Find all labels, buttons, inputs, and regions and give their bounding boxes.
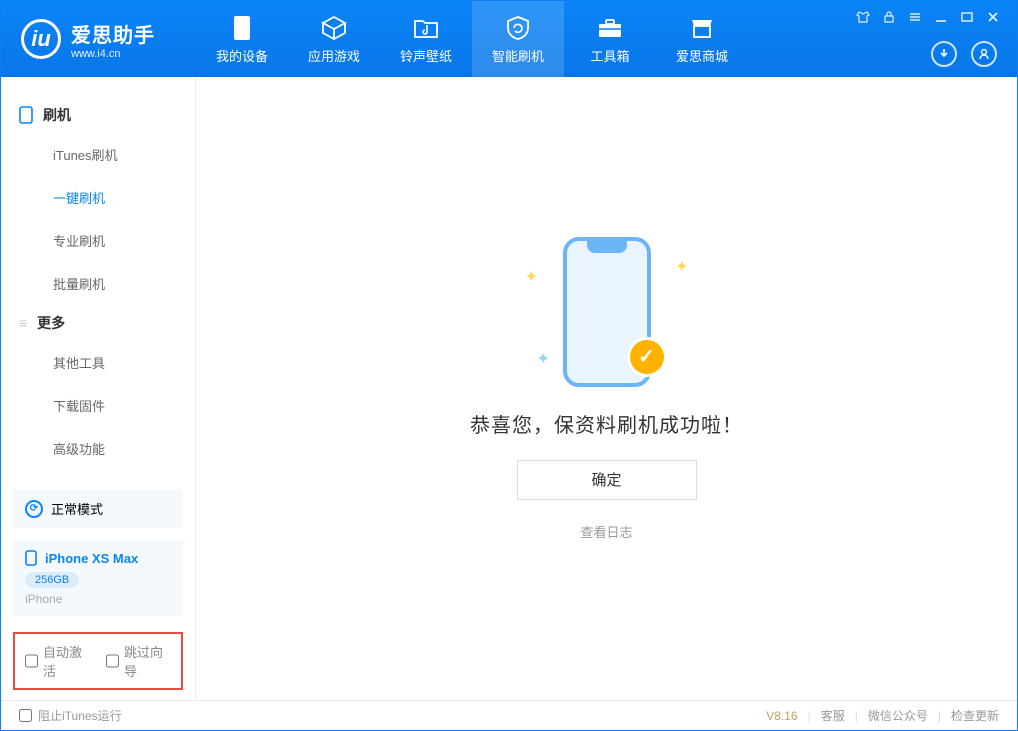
success-message: 恭喜您，保资料刷机成功啦！ (470, 409, 743, 438)
nav-tab-ringtones[interactable]: 铃声壁纸 (380, 1, 472, 77)
sparkle-icon: ✦ (537, 349, 550, 369)
sidebar-item-itunes-flash[interactable]: iTunes刷机 (1, 133, 195, 176)
success-illustration: ✦ ✦ ✦ ✓ (517, 237, 697, 387)
footer-link-update[interactable]: 检查更新 (951, 707, 999, 724)
user-controls (931, 41, 1007, 77)
app-subtitle: www.i4.cn (71, 48, 155, 60)
body: 刷机 iTunes刷机 一键刷机 专业刷机 批量刷机 ≡ 更多 其他工具 下载固… (1, 77, 1017, 700)
checkbox-auto-activate[interactable]: 自动激活 (25, 642, 90, 680)
shield-refresh-icon (505, 14, 531, 42)
mode-icon: ⟳ (25, 500, 43, 518)
phone-outline-icon (19, 106, 33, 124)
sidebar-item-advanced[interactable]: 高级功能 (1, 427, 195, 470)
nav-tab-store[interactable]: 爱思商城 (656, 1, 748, 77)
sparkle-icon: ✦ (525, 267, 538, 287)
close-icon[interactable] (985, 9, 1001, 25)
sidebar-item-pro-flash[interactable]: 专业刷机 (1, 219, 195, 262)
version-label: V8.16 (766, 709, 797, 723)
logo-icon: iu (21, 19, 61, 59)
checkbox-block-itunes[interactable]: 阻止iTunes运行 (19, 707, 122, 724)
mode-card[interactable]: ⟳ 正常模式 (13, 489, 183, 528)
main-content: ✦ ✦ ✦ ✓ 恭喜您，保资料刷机成功啦！ 确定 查看日志 (196, 77, 1017, 700)
nav-tabs: 我的设备 应用游戏 铃声壁纸 智能刷机 工具箱 爱思商城 (196, 1, 748, 77)
device-icon (233, 14, 251, 42)
device-name: iPhone XS Max (45, 551, 138, 566)
music-folder-icon (413, 14, 439, 42)
device-card[interactable]: iPhone XS Max 256GB iPhone (13, 540, 183, 616)
nav-tab-device[interactable]: 我的设备 (196, 1, 288, 77)
device-type: iPhone (25, 592, 171, 606)
phone-small-icon (25, 550, 37, 566)
window-controls (855, 1, 1007, 25)
maximize-icon[interactable] (959, 9, 975, 25)
nav-tab-apps[interactable]: 应用游戏 (288, 1, 380, 77)
menu-icon[interactable] (907, 9, 923, 25)
app-title: 爱思助手 (71, 19, 155, 48)
checkmark-badge-icon: ✓ (627, 337, 667, 377)
flash-options-highlighted: 自动激活 跳过向导 (13, 632, 183, 690)
sidebar-section-more: ≡ 更多 (1, 305, 195, 341)
device-storage: 256GB (25, 572, 79, 588)
toolbox-icon (597, 14, 623, 42)
cube-icon (321, 14, 347, 42)
sidebar-item-onekey-flash[interactable]: 一键刷机 (1, 176, 195, 219)
lock-icon[interactable] (881, 9, 897, 25)
nav-tab-toolbox[interactable]: 工具箱 (564, 1, 656, 77)
footer-link-support[interactable]: 客服 (821, 707, 845, 724)
minimize-icon[interactable] (933, 9, 949, 25)
sidebar: 刷机 iTunes刷机 一键刷机 专业刷机 批量刷机 ≡ 更多 其他工具 下载固… (1, 77, 196, 700)
footer: 阻止iTunes运行 V8.16 | 客服 | 微信公众号 | 检查更新 (1, 700, 1017, 730)
footer-link-wechat[interactable]: 微信公众号 (868, 707, 928, 724)
store-icon (689, 14, 715, 42)
sidebar-item-batch-flash[interactable]: 批量刷机 (1, 262, 195, 305)
sidebar-item-download-firmware[interactable]: 下载固件 (1, 384, 195, 427)
nav-tab-flash[interactable]: 智能刷机 (472, 1, 564, 77)
app-window: iu 爱思助手 www.i4.cn 我的设备 应用游戏 铃声壁纸 智能刷机 (0, 0, 1018, 731)
view-log-link[interactable]: 查看日志 (580, 522, 632, 541)
sidebar-section-flash: 刷机 (1, 97, 195, 133)
ok-button[interactable]: 确定 (517, 460, 697, 500)
list-icon: ≡ (19, 315, 27, 331)
sidebar-item-other-tools[interactable]: 其他工具 (1, 341, 195, 384)
logo-area: iu 爱思助手 www.i4.cn (1, 19, 196, 60)
user-icon[interactable] (971, 41, 997, 67)
checkbox-skip-guide[interactable]: 跳过向导 (106, 642, 171, 680)
shirt-icon[interactable] (855, 9, 871, 25)
download-icon[interactable] (931, 41, 957, 67)
sparkle-icon: ✦ (675, 257, 688, 277)
titlebar: iu 爱思助手 www.i4.cn 我的设备 应用游戏 铃声壁纸 智能刷机 (1, 1, 1017, 77)
